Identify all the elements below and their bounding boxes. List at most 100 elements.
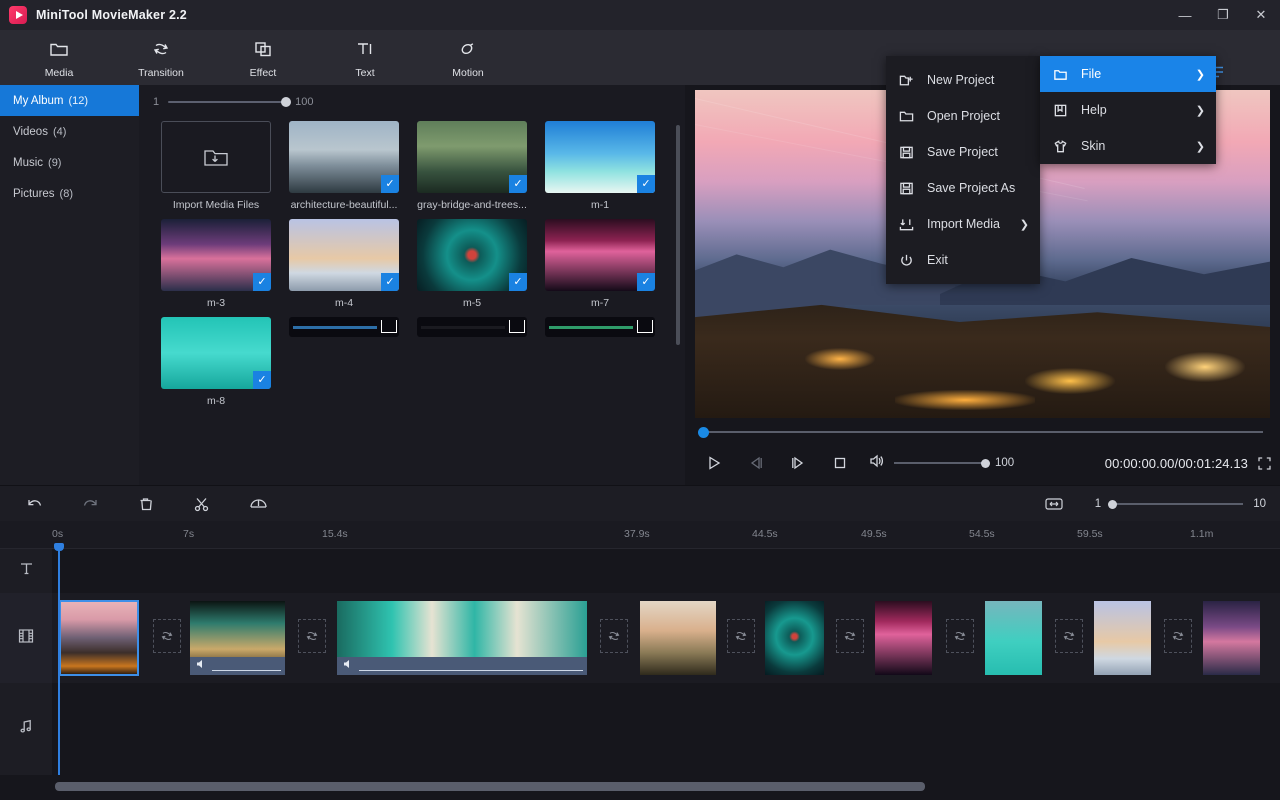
menu-item-import-media[interactable]: Import Media ❯ — [886, 206, 1040, 242]
volume-icon[interactable] — [867, 452, 885, 475]
maximize-button[interactable]: ❐ — [1204, 0, 1242, 30]
media-thumbnail[interactable] — [417, 317, 527, 337]
music-track-lane[interactable] — [52, 683, 1280, 775]
media-item[interactable]: ✓ m-8 — [161, 317, 289, 407]
timeline-clip[interactable] — [190, 601, 285, 675]
media-thumb-size-slider[interactable]: 1 100 — [153, 91, 473, 113]
media-item[interactable]: ✓ architecture-beautiful... — [289, 121, 417, 211]
volume-control[interactable]: 100 — [867, 452, 1014, 475]
menu-item-save-project-as[interactable]: Save Project As — [886, 170, 1040, 206]
timeline-horizontal-scrollbar[interactable] — [55, 782, 925, 791]
close-button[interactable]: ✕ — [1242, 0, 1280, 30]
media-item[interactable] — [545, 317, 673, 343]
media-thumbnail[interactable]: ✓ — [289, 219, 399, 291]
media-selected-check[interactable]: ✓ — [637, 273, 655, 291]
media-thumbnail[interactable]: ✓ — [417, 219, 527, 291]
clip-audio-bar[interactable] — [190, 657, 285, 675]
playhead[interactable] — [54, 543, 64, 775]
transition-marker[interactable] — [1055, 619, 1083, 653]
sidebar-item-music[interactable]: Music (9) — [0, 147, 139, 178]
media-item[interactable]: ✓ m-1 — [545, 121, 673, 211]
transition-marker[interactable] — [153, 619, 181, 653]
transition-marker[interactable] — [298, 619, 326, 653]
timeline-zoom-track[interactable] — [1108, 499, 1244, 509]
next-frame-button[interactable] — [777, 443, 819, 483]
timeline-ruler[interactable]: 0s 7s 15.4s 37.9s 44.5s 49.5s 54.5s 59.5s 1.1m — [0, 521, 1280, 549]
undo-button[interactable] — [12, 486, 56, 522]
media-selected-check[interactable]: ✓ — [637, 175, 655, 193]
ribbon-tab-text[interactable]: Text — [315, 36, 415, 82]
media-item[interactable]: ✓ m-3 — [161, 219, 289, 309]
sidebar-item-videos[interactable]: Videos (4) — [0, 116, 139, 147]
media-item[interactable]: Import Media Files — [161, 121, 289, 211]
timeline-clip[interactable] — [337, 601, 587, 675]
menu-item-help[interactable]: Help ❯ — [1040, 92, 1216, 128]
timeline-clip[interactable] — [640, 601, 716, 675]
transition-marker[interactable] — [600, 619, 628, 653]
volume-track[interactable] — [894, 458, 990, 468]
media-item[interactable]: ✓ m-7 — [545, 219, 673, 309]
sidebar-item-my-album[interactable]: My Album (12) — [0, 85, 139, 116]
ribbon-tab-media[interactable]: Media — [9, 36, 109, 82]
media-item[interactable]: ✓ m-4 — [289, 219, 417, 309]
text-track-lane[interactable] — [52, 549, 1280, 593]
playhead-handle[interactable] — [54, 543, 64, 551]
media-zoom-track[interactable] — [168, 97, 292, 107]
timeline-zoom-control[interactable]: 1 10 — [1045, 486, 1266, 522]
sidebar-item-pictures[interactable]: Pictures (8) — [0, 178, 139, 209]
media-item[interactable]: ✓ m-5 — [417, 219, 545, 309]
preview-seekbar[interactable] — [695, 425, 1270, 439]
media-zoom-knob[interactable] — [281, 97, 292, 107]
media-item[interactable] — [417, 317, 545, 343]
ribbon-tab-motion[interactable]: Motion — [418, 36, 518, 82]
media-selected-check[interactable]: ✓ — [253, 371, 271, 389]
video-track-header[interactable] — [0, 593, 52, 683]
menu-item-new-project[interactable]: New Project — [886, 62, 1040, 98]
media-thumbnail[interactable] — [289, 317, 399, 337]
speed-button[interactable] — [236, 486, 280, 522]
music-track-header[interactable] — [0, 683, 52, 775]
timeline-clip[interactable] — [1094, 601, 1151, 675]
fit-to-window-icon[interactable] — [1045, 497, 1063, 511]
timeline-clip[interactable] — [1203, 601, 1260, 675]
volume-knob[interactable] — [981, 458, 990, 468]
timeline-clip[interactable] — [59, 600, 139, 676]
transition-marker[interactable] — [836, 619, 864, 653]
media-item[interactable] — [289, 317, 417, 343]
transition-marker[interactable] — [727, 619, 755, 653]
video-track-lane[interactable] — [52, 593, 1280, 683]
preview-seek-handle[interactable] — [698, 426, 709, 438]
ribbon-tab-transition[interactable]: Transition — [111, 36, 211, 82]
delete-button[interactable] — [123, 486, 167, 522]
timeline-clip[interactable] — [765, 601, 824, 675]
play-button[interactable] — [693, 443, 735, 483]
media-scrollbar-thumb[interactable] — [676, 125, 680, 345]
media-thumbnail[interactable]: ✓ — [161, 219, 271, 291]
media-selected-check[interactable]: ✓ — [381, 273, 399, 291]
transition-marker[interactable] — [1164, 619, 1192, 653]
clip-audio-icon[interactable] — [342, 657, 354, 675]
fullscreen-icon[interactable] — [1248, 443, 1280, 483]
media-thumbnail[interactable]: ✓ — [289, 121, 399, 193]
media-item[interactable]: ✓ gray-bridge-and-trees... — [417, 121, 545, 211]
media-thumbnail[interactable] — [545, 317, 655, 337]
timeline-zoom-knob[interactable] — [1108, 499, 1118, 509]
media-selected-check[interactable]: ✓ — [381, 175, 399, 193]
ribbon-tab-effect[interactable]: Effect — [213, 36, 313, 82]
timeline-clip[interactable] — [985, 601, 1042, 675]
media-thumbnail[interactable]: ✓ — [545, 219, 655, 291]
preview-seek-track[interactable] — [703, 431, 1263, 433]
minimize-button[interactable]: — — [1166, 0, 1204, 30]
menu-item-file[interactable]: File ❯ — [1040, 56, 1216, 92]
media-thumbnail[interactable]: ✓ — [161, 317, 271, 389]
media-selected-check[interactable]: ✓ — [253, 273, 271, 291]
media-thumbnail[interactable]: ✓ — [545, 121, 655, 193]
menu-item-skin[interactable]: Skin ❯ — [1040, 128, 1216, 164]
timeline-clip[interactable] — [875, 601, 932, 675]
redo-button[interactable] — [68, 486, 112, 522]
stop-button[interactable] — [819, 443, 861, 483]
media-selected-check[interactable]: ✓ — [509, 175, 527, 193]
text-track-header[interactable] — [0, 549, 52, 593]
menu-item-exit[interactable]: Exit — [886, 242, 1040, 278]
menu-item-save-project[interactable]: Save Project — [886, 134, 1040, 170]
